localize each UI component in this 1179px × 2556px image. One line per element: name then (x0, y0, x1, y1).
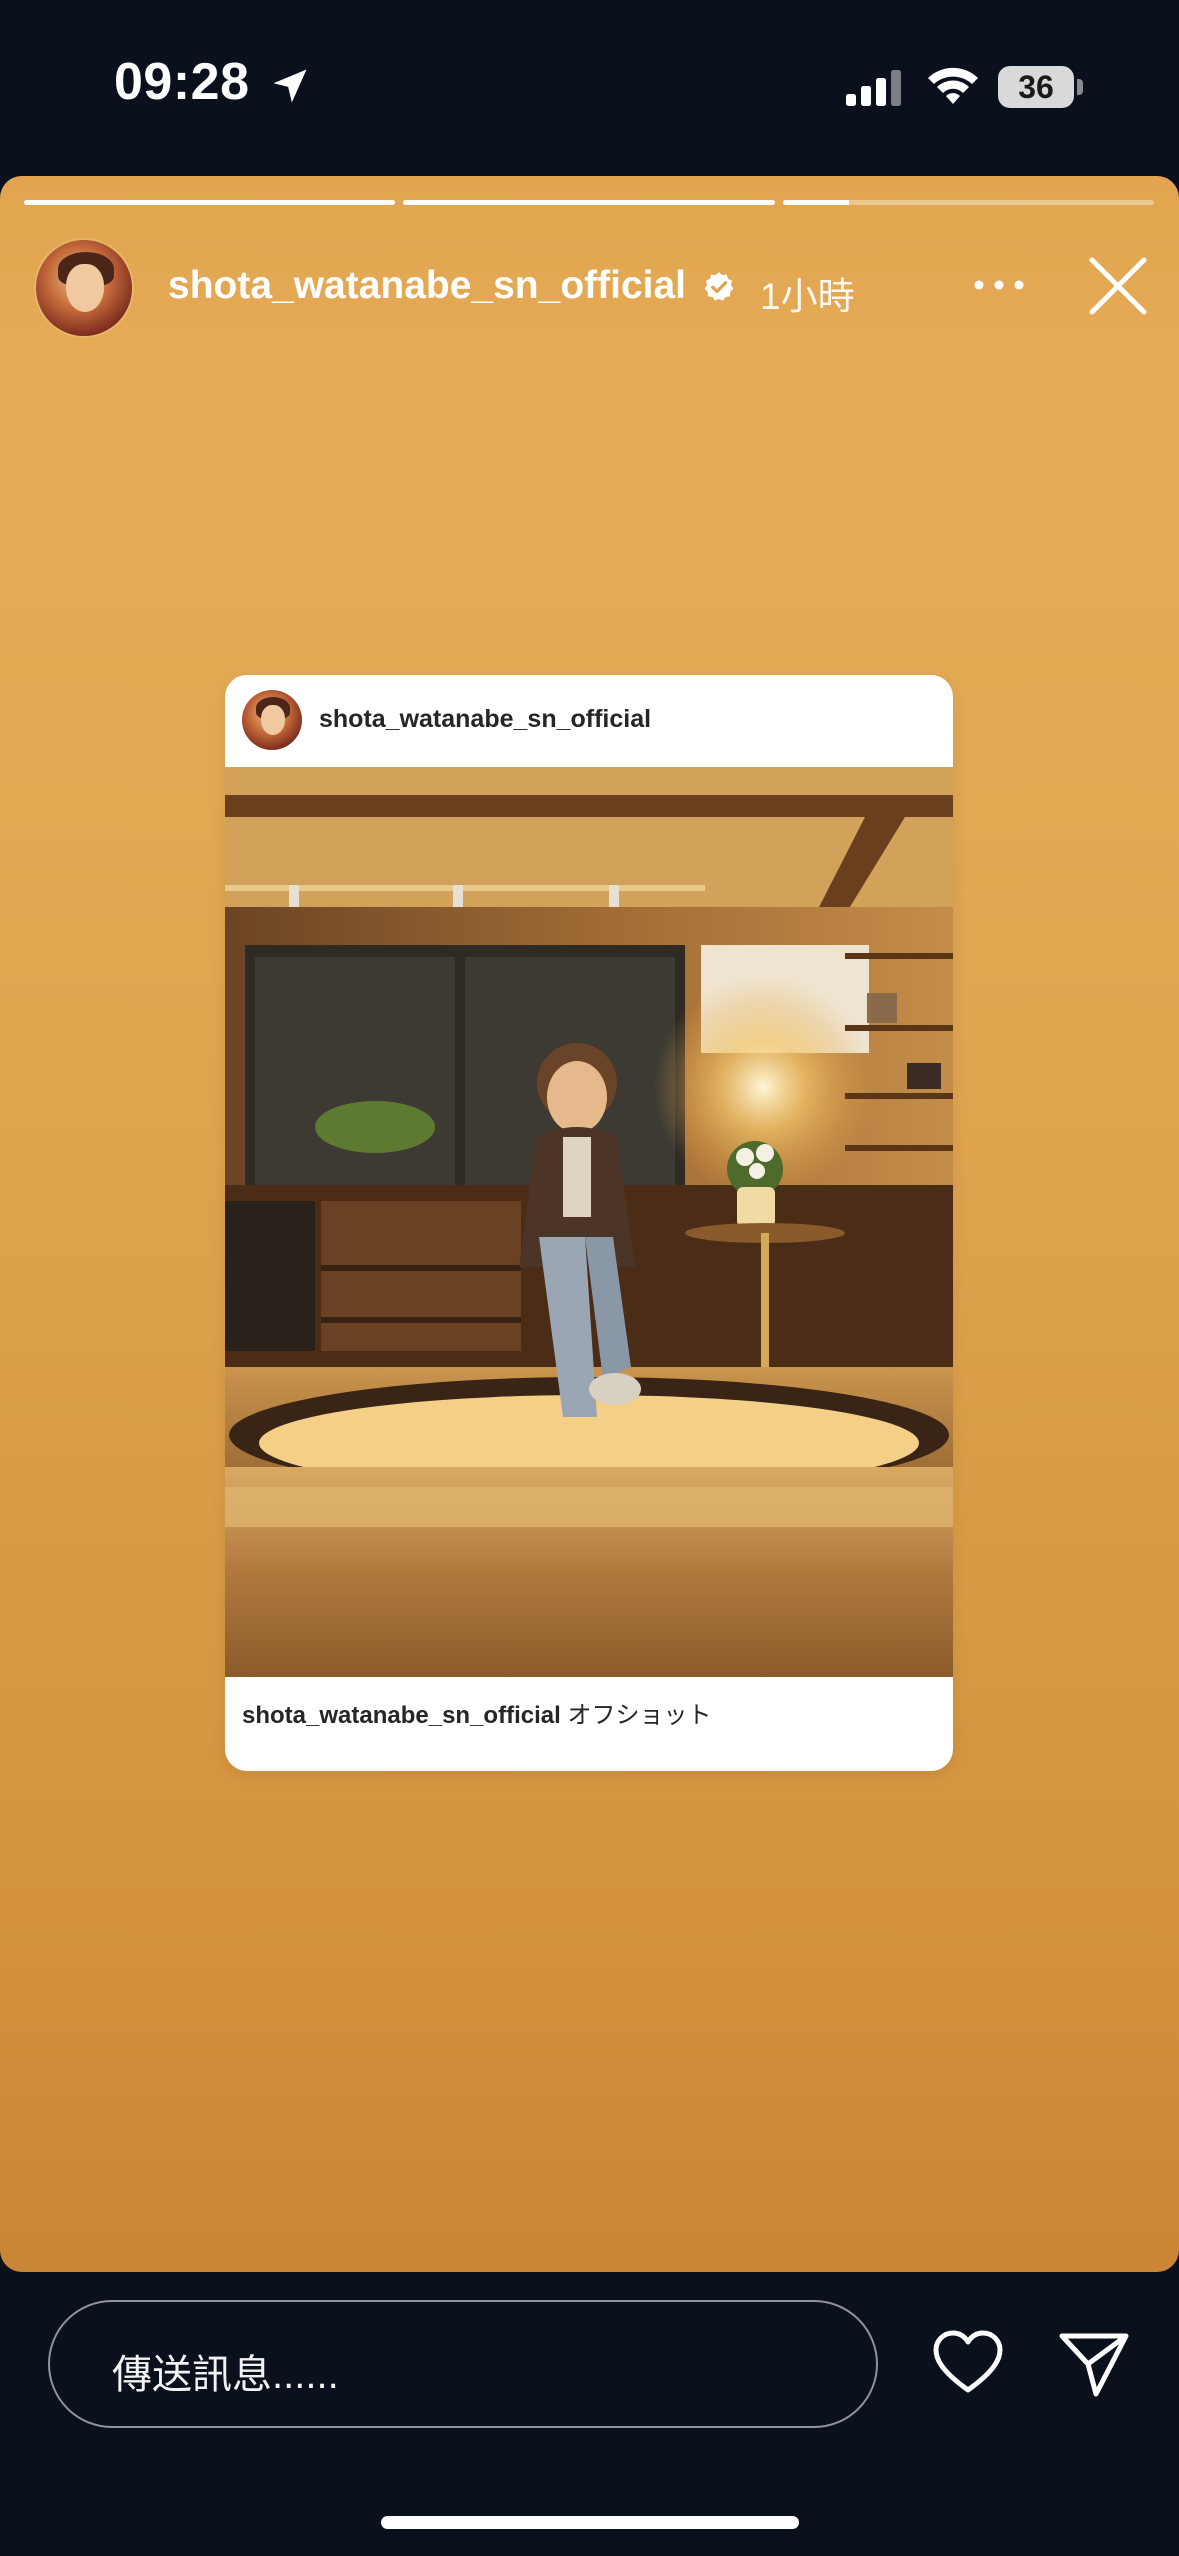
story-timestamp: 1小時 (760, 276, 855, 317)
story-viewer-screen: 09:28 36 shota_watanabe_sn_official 1小時 … (0, 0, 1179, 2556)
caption-username: shota_watanabe_sn_official (242, 1702, 561, 1729)
progress-segment (403, 200, 775, 205)
progress-fill (24, 200, 396, 205)
post-username: shota_watanabe_sn_official (319, 705, 652, 733)
avatar-face (66, 264, 104, 312)
progress-fill (782, 200, 850, 205)
avatar-face (261, 705, 285, 735)
profile-avatar[interactable] (36, 240, 132, 336)
story-content[interactable]: shota_watanabe_sn_official 1小時 shota_wat… (0, 176, 1179, 2272)
home-indicator (381, 2516, 799, 2529)
progress-segment (782, 200, 1154, 205)
progress-segment (24, 200, 396, 205)
message-placeholder: 傳送訊息...... (112, 2353, 339, 2397)
wifi-icon (928, 67, 978, 104)
post-header: shota_watanabe_sn_official (225, 675, 953, 767)
signal-icon (846, 70, 901, 106)
story-username[interactable]: shota_watanabe_sn_official (168, 264, 686, 308)
heart-icon[interactable] (930, 2326, 1006, 2402)
reply-bar: 傳送訊息...... (0, 2272, 1179, 2556)
progress-fill (403, 200, 775, 205)
story-progress-bar (24, 200, 1154, 205)
caption-text: オフショット (567, 1702, 712, 1729)
battery-cap (1077, 79, 1083, 95)
post-caption: shota_watanabe_sn_official オフショット (242, 1695, 942, 1730)
battery-level: 36 (1018, 69, 1054, 105)
location-arrow-icon (273, 69, 307, 103)
post-avatar (242, 690, 302, 750)
close-icon[interactable] (1086, 254, 1150, 318)
story-header: shota_watanabe_sn_official 1小時 (0, 228, 1179, 344)
verified-badge-icon (704, 272, 734, 301)
more-options-icon[interactable] (972, 270, 1026, 300)
battery-indicator: 36 (998, 66, 1084, 108)
shared-post-card[interactable]: shota_watanabe_sn_official shota_watanab… (225, 675, 953, 1771)
status-time: 09:28 (114, 53, 250, 111)
message-input[interactable]: 傳送訊息...... (48, 2300, 878, 2428)
status-bar: 09:28 36 (0, 0, 1179, 175)
send-icon[interactable] (1056, 2326, 1132, 2402)
post-photo (225, 767, 953, 1677)
